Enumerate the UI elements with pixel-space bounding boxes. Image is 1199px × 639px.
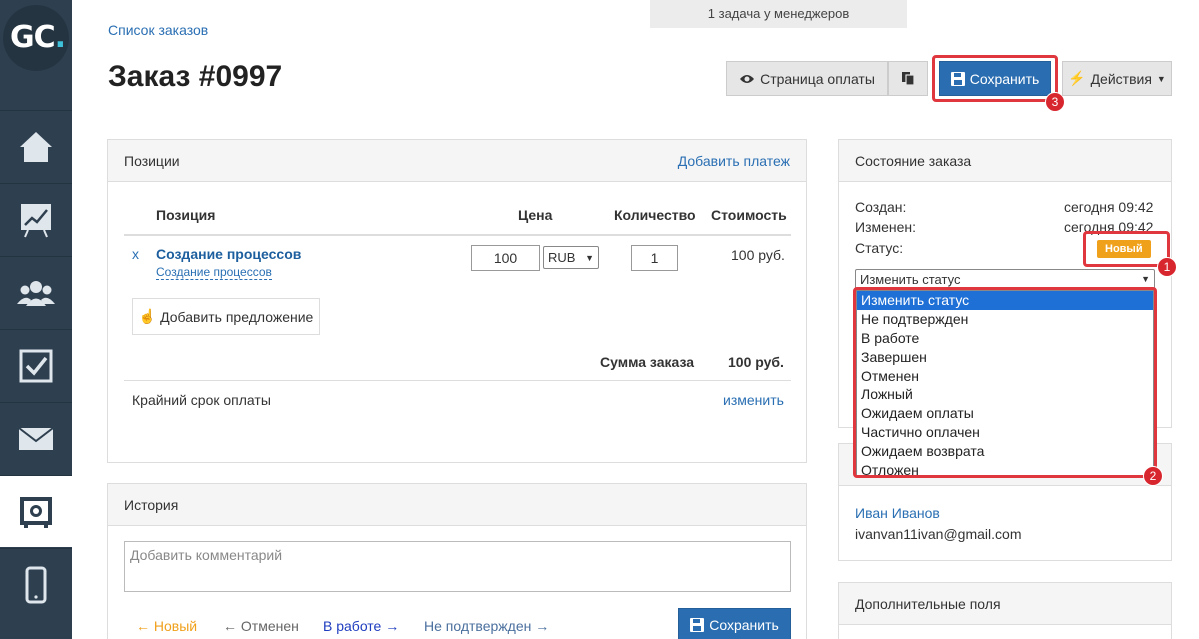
payment-page-label: Страница оплаты [760, 70, 875, 87]
nav-safe-icon[interactable] [0, 475, 72, 547]
deadline-label: Крайний срок оплаты [132, 392, 271, 408]
history-panel-header: История [108, 484, 806, 526]
positions-title: Позиции [124, 152, 180, 169]
status-label: Статус: [855, 240, 904, 256]
quantity-input[interactable]: 1 [631, 245, 678, 271]
status-link-in-progress[interactable]: В работе → [323, 618, 399, 634]
sum-label: Сумма заказа [600, 354, 695, 370]
nav-home-icon[interactable] [0, 110, 72, 182]
marker-2: 2 [1143, 466, 1163, 486]
chevron-down-icon: ▼ [1141, 274, 1150, 284]
payment-page-button[interactable]: Страница оплаты [726, 61, 888, 96]
page-title: Заказ #0997 [108, 60, 283, 93]
col-header-position: Позиция [156, 207, 216, 223]
history-save-label: Сохранить [709, 617, 779, 633]
nav-mail-icon[interactable] [0, 402, 72, 474]
user-email: ivanvan11ivan@gmail.com [855, 526, 1022, 542]
chevron-down-icon: ▼ [585, 252, 594, 263]
actions-label: Действия [1090, 70, 1152, 87]
extra-fields-panel: Дополнительные поля [838, 582, 1172, 639]
col-header-qty: Количество [614, 207, 696, 223]
highlight-dropdown [853, 287, 1157, 478]
logo-text: GC. [10, 20, 66, 55]
actions-dropdown-button[interactable]: ⚡ Действия ▼ [1062, 61, 1172, 96]
item-sub-link[interactable]: Создание процессов [156, 265, 272, 280]
status-link-canceled[interactable]: ← Отменен [223, 618, 299, 634]
sum-value: 100 руб. [728, 354, 784, 370]
created-value: сегодня 09:42 [1064, 199, 1154, 215]
nav-mobile-icon[interactable] [0, 548, 72, 620]
logo[interactable]: GC. [0, 0, 72, 80]
remove-item-button[interactable]: x [132, 246, 139, 262]
copy-button[interactable] [888, 61, 928, 96]
currency-value: RUB [548, 250, 576, 265]
col-header-price: Цена [518, 207, 553, 223]
hand-pointer-icon: ☝ [138, 308, 157, 324]
sum-divider [124, 380, 791, 381]
created-label: Создан: [855, 199, 907, 215]
nav-users-icon[interactable] [0, 256, 72, 328]
item-name-link[interactable]: Создание процессов [156, 246, 301, 262]
order-state-title: Состояние заказа [855, 152, 972, 169]
caret-down-icon: ▼ [1156, 73, 1166, 84]
header-divider [124, 234, 791, 236]
currency-select[interactable]: RUB ▼ [543, 246, 599, 269]
changed-label: Изменен: [855, 219, 917, 235]
eye-icon [740, 74, 755, 83]
col-header-cost: Стоимость [711, 207, 787, 223]
comment-textarea[interactable]: Добавить комментарий [124, 541, 791, 592]
highlight-save [932, 55, 1058, 102]
breadcrumb-orders-link[interactable]: Список заказов [108, 22, 208, 38]
bolt-icon: ⚡ [1068, 70, 1086, 86]
nav-tasks-icon[interactable] [0, 329, 72, 401]
item-cost: 100 руб. [731, 247, 785, 263]
sidebar: GC. [0, 0, 72, 639]
extra-fields-title: Дополнительные поля [855, 595, 1001, 612]
status-select[interactable]: Изменить статус ▼ [855, 269, 1155, 289]
history-save-button[interactable]: Сохранить [678, 608, 791, 639]
price-input[interactable]: 100 [471, 245, 540, 271]
copy-icon [902, 72, 915, 86]
order-state-header: Состояние заказа [839, 140, 1171, 182]
user-name-link[interactable]: Иван Иванов [855, 505, 940, 521]
status-select-value: Изменить статус [860, 271, 961, 287]
add-offer-button[interactable]: ☝ Добавить предложение [132, 298, 320, 335]
status-link-new[interactable]: ← Новый [136, 618, 197, 634]
extra-fields-header: Дополнительные поля [839, 583, 1171, 625]
history-title: История [124, 496, 179, 513]
add-payment-link[interactable]: Добавить платеж [678, 153, 790, 169]
floppy-icon [690, 618, 705, 632]
status-link-unconfirmed[interactable]: Не подтвержден → [424, 618, 549, 634]
positions-panel-header: Позиции Добавить платеж [108, 140, 806, 182]
manager-tasks-tab[interactable]: 1 задача у менеджеров [650, 0, 907, 28]
highlight-status [1083, 231, 1170, 267]
marker-1: 1 [1157, 257, 1177, 277]
add-offer-label: Добавить предложение [160, 308, 314, 325]
deadline-change-link[interactable]: изменить [723, 392, 784, 408]
nav-stats-icon[interactable] [0, 183, 72, 255]
